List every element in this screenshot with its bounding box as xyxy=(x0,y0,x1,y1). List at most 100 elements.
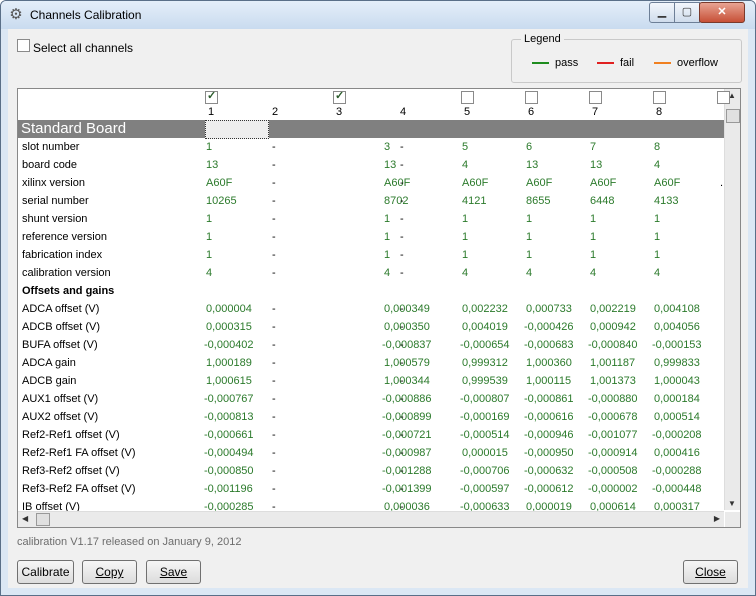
table-cell[interactable]: -0,000494 xyxy=(204,444,254,462)
table-cell[interactable]: 1 xyxy=(526,228,532,246)
table-cell[interactable]: 1 xyxy=(384,210,390,228)
table-cell[interactable]: 1 xyxy=(462,228,468,246)
table-cell[interactable]: - xyxy=(400,318,404,336)
table-cell[interactable]: - xyxy=(400,372,404,390)
title-bar[interactable]: ⚙ Channels Calibration ▁ ▢ ✕ xyxy=(1,1,755,29)
table-cell[interactable]: -0,000840 xyxy=(588,336,638,354)
table-cell[interactable]: - xyxy=(272,408,276,426)
table-cell[interactable]: 0,999312 xyxy=(462,354,508,372)
table-cell[interactable]: - xyxy=(272,372,276,390)
table-cell[interactable]: 0,000942 xyxy=(590,318,636,336)
table-cell[interactable]: 0,000349 xyxy=(384,300,430,318)
table-cell[interactable]: -0,001288 xyxy=(382,462,432,480)
table-cell[interactable]: 8702 xyxy=(384,192,408,210)
copy-button[interactable]: Copy xyxy=(82,560,137,584)
table-cell[interactable]: 4 xyxy=(462,264,468,282)
table-cell[interactable]: 7 xyxy=(590,138,596,156)
table-cell[interactable]: -0,000899 xyxy=(382,408,432,426)
table-cell[interactable]: 1 xyxy=(654,210,660,228)
table-cell[interactable]: 0,002232 xyxy=(462,300,508,318)
table-cell[interactable]: A60F xyxy=(206,174,232,192)
scroll-right-icon[interactable]: ▶ xyxy=(714,514,720,523)
table-cell[interactable]: 1,000360 xyxy=(526,354,572,372)
table-cell[interactable]: -0,000612 xyxy=(524,480,574,498)
table-cell[interactable]: - xyxy=(272,300,276,318)
table-cell[interactable]: 4121 xyxy=(462,192,486,210)
table-cell[interactable]: 1 xyxy=(590,228,596,246)
column-checkbox[interactable] xyxy=(653,91,666,104)
table-cell[interactable]: - xyxy=(400,210,404,228)
table-cell[interactable]: - xyxy=(272,210,276,228)
table-cell[interactable]: -0,000508 xyxy=(588,462,638,480)
table-cell[interactable]: 1 xyxy=(590,210,596,228)
table-cell[interactable]: A60F xyxy=(384,174,410,192)
table-cell[interactable]: - xyxy=(400,246,404,264)
scroll-left-icon[interactable]: ◀ xyxy=(22,514,28,523)
table-cell[interactable]: -0,000837 xyxy=(382,336,432,354)
table-cell[interactable]: A60F xyxy=(590,174,616,192)
column-checkbox[interactable] xyxy=(717,91,730,104)
table-cell[interactable]: 1 xyxy=(590,246,596,264)
close-button[interactable]: Close xyxy=(683,560,738,584)
table-cell[interactable]: 1 xyxy=(384,228,390,246)
vertical-scroll-thumb[interactable] xyxy=(726,109,740,123)
table-cell[interactable]: - xyxy=(400,156,404,174)
table-cell[interactable]: 0,999539 xyxy=(462,372,508,390)
table-cell[interactable]: -0,000683 xyxy=(524,336,574,354)
table-cell[interactable]: - xyxy=(272,462,276,480)
table-cell[interactable]: -0,000597 xyxy=(460,480,510,498)
table-cell[interactable]: - xyxy=(400,408,404,426)
table-cell[interactable]: A60F xyxy=(462,174,488,192)
table-cell[interactable]: -0,000767 xyxy=(204,390,254,408)
table-cell[interactable]: - xyxy=(400,480,404,498)
table-cell[interactable]: -0,000813 xyxy=(204,408,254,426)
table-cell[interactable]: -0,000850 xyxy=(204,462,254,480)
table-cell[interactable]: -0,000914 xyxy=(588,444,638,462)
table-cell[interactable]: -0,000706 xyxy=(460,462,510,480)
table-cell[interactable]: -0,000946 xyxy=(524,426,574,444)
table-cell[interactable]: 0,000184 xyxy=(654,390,700,408)
table-cell[interactable]: - xyxy=(272,228,276,246)
table-cell[interactable]: - xyxy=(272,336,276,354)
table-cell[interactable]: 0,000315 xyxy=(206,318,252,336)
table-cell[interactable]: -0,000886 xyxy=(382,390,432,408)
table-cell[interactable]: -0,000661 xyxy=(204,426,254,444)
table-cell[interactable]: A60F xyxy=(526,174,552,192)
horizontal-scrollbar[interactable]: ◀ ▶ xyxy=(18,511,724,527)
close-window-button[interactable]: ✕ xyxy=(699,2,745,23)
minimize-button[interactable]: ▁ xyxy=(649,2,675,23)
table-cell[interactable]: 0,000514 xyxy=(654,408,700,426)
table-cell[interactable]: 4 xyxy=(462,156,468,174)
table-cell[interactable]: 6 xyxy=(526,138,532,156)
table-cell[interactable]: 1 xyxy=(206,210,212,228)
table-cell[interactable]: 1 xyxy=(526,210,532,228)
table-cell[interactable]: 4 xyxy=(526,264,532,282)
table-cell[interactable]: -0,001196 xyxy=(204,480,253,498)
table-cell[interactable]: 1 xyxy=(206,228,212,246)
table-cell[interactable]: 0,000733 xyxy=(526,300,572,318)
table-cell[interactable]: 1 xyxy=(654,228,660,246)
table-cell[interactable]: 0,000004 xyxy=(206,300,252,318)
selected-cell[interactable] xyxy=(205,120,269,139)
table-cell[interactable]: - xyxy=(400,426,404,444)
table-cell[interactable]: - xyxy=(272,192,276,210)
table-cell[interactable]: 3 xyxy=(384,138,390,156)
column-checkbox[interactable] xyxy=(205,89,218,104)
table-cell[interactable]: 13 xyxy=(590,156,602,174)
table-cell[interactable]: - xyxy=(400,228,404,246)
table-cell[interactable]: -0,001399 xyxy=(382,480,432,498)
table-cell[interactable]: - xyxy=(272,354,276,372)
table-cell[interactable]: 10265 xyxy=(206,192,237,210)
table-cell[interactable]: 0,000416 xyxy=(654,444,700,462)
checkbox-icon[interactable] xyxy=(17,39,30,52)
table-cell[interactable]: - xyxy=(272,246,276,264)
table-cell[interactable]: 1 xyxy=(206,138,212,156)
table-cell[interactable]: -0,000987 xyxy=(382,444,432,462)
table-cell[interactable]: 4 xyxy=(384,264,390,282)
table-cell[interactable]: 0,004056 xyxy=(654,318,700,336)
table-cell[interactable]: 1,001373 xyxy=(590,372,636,390)
table-cell[interactable]: -0,000950 xyxy=(524,444,574,462)
table-cell[interactable]: - xyxy=(272,138,276,156)
table-cell[interactable]: - xyxy=(400,354,404,372)
table-cell[interactable]: 1,000189 xyxy=(206,354,252,372)
